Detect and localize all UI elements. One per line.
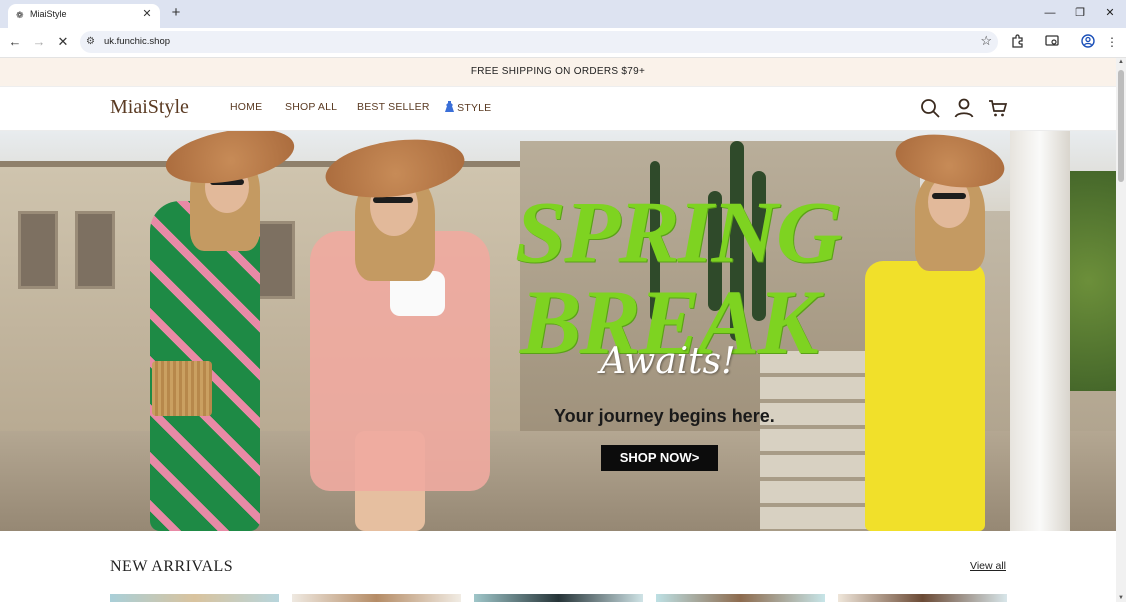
wall-window bbox=[75, 211, 115, 289]
product-thumbnail[interactable] bbox=[292, 594, 461, 602]
forward-button[interactable]: → bbox=[30, 33, 48, 51]
browser-toolbar: ← → ✕ ⚙ uk.funchic.shop ☆ ⋮ bbox=[0, 28, 1126, 58]
minimize-button[interactable]: — bbox=[1040, 5, 1060, 21]
extensions-puzzle-icon[interactable] bbox=[1009, 34, 1025, 50]
cart-icon[interactable] bbox=[986, 96, 1010, 120]
announcement-text: FREE SHIPPING ON ORDERS $79+ bbox=[470, 66, 646, 77]
product-thumbnail[interactable] bbox=[838, 594, 1007, 602]
yellow-overalls bbox=[865, 261, 985, 531]
url-text[interactable]: uk.funchic.shop bbox=[104, 36, 170, 47]
announcement-bar: FREE SHIPPING ON ORDERS $79+ bbox=[0, 58, 1116, 87]
cast-search-icon[interactable] bbox=[1044, 34, 1060, 50]
web-page: FREE SHIPPING ON ORDERS $79+ MiaiStyle H… bbox=[0, 58, 1116, 602]
hero-headline-spring: SPRING bbox=[515, 183, 842, 281]
nav-style[interactable]: STYLE bbox=[445, 101, 491, 114]
user-icon[interactable] bbox=[952, 96, 976, 120]
shop-now-button[interactable]: SHOP NOW> bbox=[601, 445, 718, 471]
nav-shop-all[interactable]: SHOP ALL bbox=[285, 101, 337, 113]
hero-column bbox=[1010, 131, 1070, 531]
restore-button[interactable]: ❐ bbox=[1070, 5, 1090, 21]
stop-loading-button[interactable]: ✕ bbox=[54, 33, 72, 51]
search-icon[interactable] bbox=[918, 96, 942, 120]
store-favicon-icon: ❁ bbox=[16, 10, 24, 20]
hero-tagline: Your journey begins here. bbox=[554, 406, 775, 426]
address-bar[interactable]: ⚙ uk.funchic.shop ☆ bbox=[80, 31, 998, 53]
view-all-link[interactable]: View all bbox=[970, 560, 1006, 572]
bookmark-star-icon[interactable]: ☆ bbox=[980, 33, 992, 49]
dress-icon bbox=[445, 101, 454, 112]
sunglasses bbox=[932, 193, 966, 199]
site-header: MiaiStyle HOME SHOP ALL BEST SELLER STYL… bbox=[0, 87, 1116, 131]
back-button[interactable]: ← bbox=[6, 33, 24, 51]
nav-home[interactable]: HOME bbox=[230, 101, 262, 113]
nav-best-seller[interactable]: BEST SELLER bbox=[357, 101, 430, 113]
nav-style-label: STYLE bbox=[457, 102, 492, 114]
sunglasses bbox=[373, 197, 413, 203]
hero-script-awaits: Awaits! bbox=[600, 341, 736, 382]
site-logo[interactable]: MiaiStyle bbox=[110, 96, 189, 119]
hero-greenery bbox=[1070, 171, 1116, 391]
tab-title: MiaiStyle bbox=[30, 9, 67, 19]
account-circle-icon[interactable] bbox=[1080, 34, 1096, 50]
scroll-up-arrow-icon[interactable]: ▲ bbox=[1118, 59, 1124, 65]
page-scrollbar[interactable]: ▲ ▼ bbox=[1116, 58, 1126, 602]
product-thumbnail[interactable] bbox=[474, 594, 643, 602]
browser-tab-strip: ❁ MiaiStyle ✕ + — ❐ ✕ bbox=[0, 0, 1126, 28]
tab-close-icon[interactable]: ✕ bbox=[140, 7, 154, 21]
scrollbar-thumb[interactable] bbox=[1118, 70, 1124, 182]
scroll-down-arrow-icon[interactable]: ▼ bbox=[1118, 595, 1124, 601]
wall-window bbox=[255, 221, 295, 299]
new-tab-button[interactable]: + bbox=[168, 5, 184, 21]
hero-banner[interactable]: SPRING BREAK Awaits! Your journey begins… bbox=[0, 131, 1116, 531]
site-info-icon[interactable]: ⚙ bbox=[86, 35, 98, 49]
wall-window bbox=[18, 211, 58, 289]
kebab-menu-icon[interactable]: ⋮ bbox=[1104, 34, 1120, 50]
straw-bag bbox=[152, 361, 212, 416]
browser-tab[interactable]: ❁ MiaiStyle ✕ bbox=[8, 4, 160, 28]
product-thumbnail[interactable] bbox=[110, 594, 279, 602]
product-thumbnail[interactable] bbox=[656, 594, 825, 602]
close-window-button[interactable]: ✕ bbox=[1100, 5, 1120, 21]
section-title-new-arrivals: NEW ARRIVALS bbox=[110, 558, 234, 575]
